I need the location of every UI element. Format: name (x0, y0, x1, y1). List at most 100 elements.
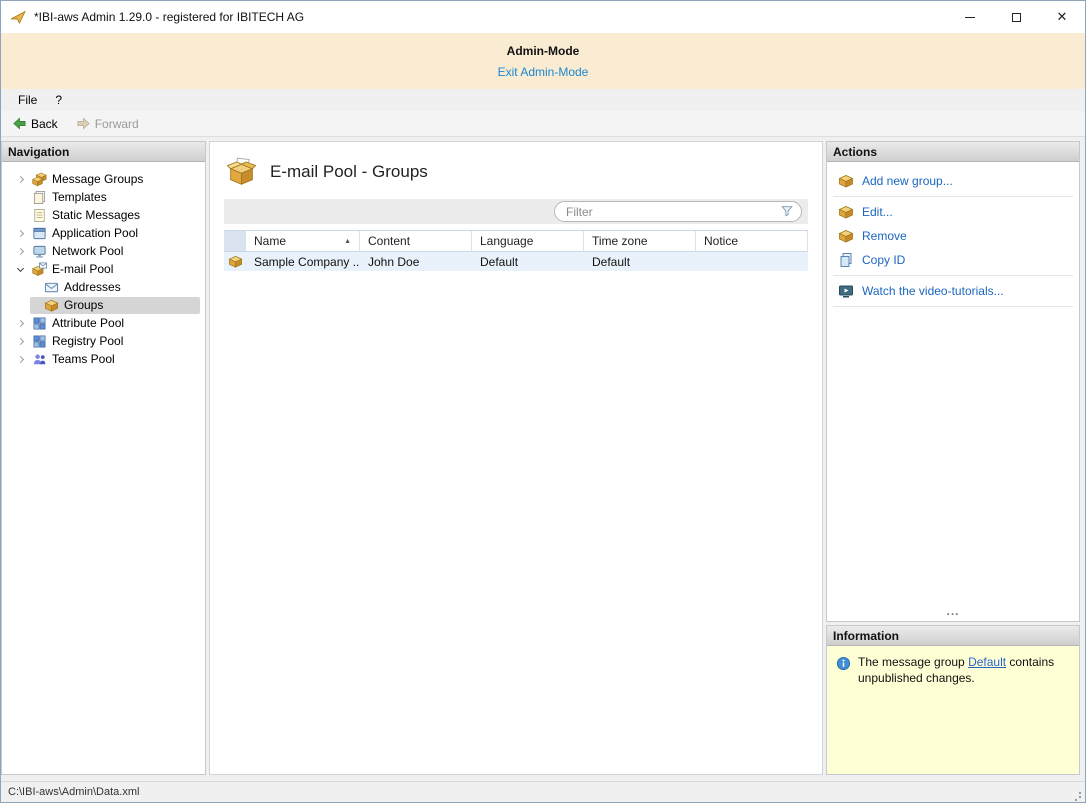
cell-notice (696, 252, 808, 271)
registry-pool-icon (32, 334, 47, 349)
admin-mode-banner: Admin-Mode Exit Admin-Mode (1, 33, 1085, 89)
forward-button[interactable]: Forward (71, 114, 144, 133)
addresses-icon (44, 280, 59, 295)
page-title: E-mail Pool - Groups (270, 161, 428, 181)
navigation-panel: Navigation Message Groups Templates Stat… (1, 141, 206, 775)
minimize-icon (965, 16, 975, 18)
nav-item-application-pool[interactable]: Application Pool (2, 224, 205, 242)
column-label: Language (480, 234, 534, 248)
sort-asc-icon: ▲ (344, 237, 351, 245)
back-arrow-icon (12, 116, 27, 131)
data-file-path: C:\IBI-aws\Admin\Data.xml (8, 786, 140, 798)
content-area: Navigation Message Groups Templates Stat… (1, 137, 1085, 781)
nav-item-label: E-mail Pool (52, 262, 114, 276)
filter-funnel-icon (780, 204, 794, 218)
titlebar: *IBI-aws Admin 1.29.0 - registered for I… (1, 1, 1085, 33)
nav-item-groups[interactable]: Groups (2, 296, 205, 314)
add-new-group-action[interactable]: Add new group... (827, 169, 1079, 193)
back-label: Back (31, 116, 58, 131)
column-header-language[interactable]: Language (472, 231, 584, 251)
info-icon (836, 656, 851, 671)
groups-table: Name ▲ Content Language Time zone Notice… (224, 230, 808, 272)
nav-item-network-pool[interactable]: Network Pool (2, 242, 205, 260)
nav-item-addresses[interactable]: Addresses (2, 278, 205, 296)
app-window: { "window": {"title": "*IBI-aws Admin 1.… (0, 0, 1086, 803)
nav-item-message-groups[interactable]: Message Groups (2, 170, 205, 188)
video-tutorials-action[interactable]: Watch the video-tutorials... (827, 279, 1079, 303)
menu-help[interactable]: ? (46, 91, 71, 109)
expander-icon[interactable] (12, 351, 28, 367)
toolbar: Back Forward (1, 111, 1085, 137)
information-panel: Information The message group Default co… (826, 625, 1080, 775)
filter-input[interactable] (554, 201, 802, 222)
nav-item-templates[interactable]: Templates (2, 188, 205, 206)
nav-item-email-pool[interactable]: E-mail Pool (2, 260, 205, 278)
nav-item-label: Message Groups (52, 172, 144, 186)
column-header-name[interactable]: Name ▲ (246, 231, 360, 251)
back-button[interactable]: Back (7, 114, 63, 133)
menu-file[interactable]: File (9, 91, 46, 109)
add-group-icon (838, 173, 854, 189)
group-row-icon (228, 254, 243, 269)
separator (833, 275, 1073, 276)
expander-icon[interactable] (12, 333, 28, 349)
app-icon (9, 9, 27, 25)
expander-icon[interactable] (12, 243, 28, 259)
expander-icon[interactable] (12, 261, 28, 277)
column-label: Content (368, 234, 411, 248)
table-row[interactable]: Sample Company ... John Doe Default Defa… (224, 252, 808, 272)
email-pool-groups-icon (226, 157, 257, 186)
static-messages-icon (32, 208, 47, 223)
action-label: Copy ID (862, 253, 906, 267)
cell-name: Sample Company ... (254, 254, 360, 269)
information-message: The message group Default contains unpub… (858, 655, 1070, 687)
minimize-button[interactable] (947, 1, 993, 33)
action-label: Remove (862, 229, 907, 243)
exit-admin-mode-link[interactable]: Exit Admin-Mode (498, 65, 589, 79)
copy-id-icon (838, 252, 854, 268)
expander-icon[interactable] (12, 225, 28, 241)
main-panel: E-mail Pool - Groups Name ▲ Content Lang… (209, 141, 823, 775)
column-header-notice[interactable]: Notice (696, 231, 808, 251)
cell-language: Default (480, 254, 519, 269)
remove-action[interactable]: Remove (827, 224, 1079, 248)
templates-icon (32, 190, 47, 205)
filter-bar (224, 199, 808, 224)
forward-label: Forward (94, 116, 139, 131)
actions-panel: Actions Add new group... Edit... Remove (826, 141, 1080, 622)
attribute-pool-icon (32, 316, 47, 331)
page-title-row: E-mail Pool - Groups (210, 142, 822, 194)
information-body: The message group Default contains unpub… (827, 646, 1079, 774)
nav-item-attribute-pool[interactable]: Attribute Pool (2, 314, 205, 332)
action-label: Edit... (862, 205, 893, 219)
panel-overflow-indicator[interactable]: ... (827, 604, 1079, 621)
nav-item-label: Templates (52, 190, 107, 204)
menubar: File ? (1, 89, 1085, 111)
nav-item-registry-pool[interactable]: Registry Pool (2, 332, 205, 350)
nav-item-label: Attribute Pool (52, 316, 125, 330)
nav-item-static-messages[interactable]: Static Messages (2, 206, 205, 224)
resize-grip[interactable] (1072, 789, 1082, 799)
window-title: *IBI-aws Admin 1.29.0 - registered for I… (34, 10, 305, 24)
expander-placeholder (12, 207, 28, 223)
actions-list: Add new group... Edit... Remove Copy ID (827, 162, 1079, 310)
default-group-link[interactable]: Default (968, 655, 1006, 669)
copy-id-action[interactable]: Copy ID (827, 248, 1079, 272)
column-label: Time zone (592, 234, 648, 248)
edit-action[interactable]: Edit... (827, 200, 1079, 224)
column-header-content[interactable]: Content (360, 231, 472, 251)
video-tutorials-icon (838, 283, 854, 299)
remove-icon (838, 228, 854, 244)
close-button[interactable]: ✕ (1039, 1, 1085, 33)
groups-icon (44, 298, 59, 313)
expander-icon[interactable] (12, 171, 28, 187)
maximize-button[interactable] (993, 1, 1039, 33)
nav-item-label: Teams Pool (52, 352, 115, 366)
nav-item-teams-pool[interactable]: Teams Pool (2, 350, 205, 368)
expander-icon[interactable] (12, 315, 28, 331)
actions-header: Actions (827, 142, 1079, 162)
info-text-prefix: The message group (858, 655, 969, 669)
column-header-timezone[interactable]: Time zone (584, 231, 696, 251)
window-controls: ✕ (947, 1, 1085, 33)
navigation-tree: Message Groups Templates Static Messages… (2, 162, 205, 774)
